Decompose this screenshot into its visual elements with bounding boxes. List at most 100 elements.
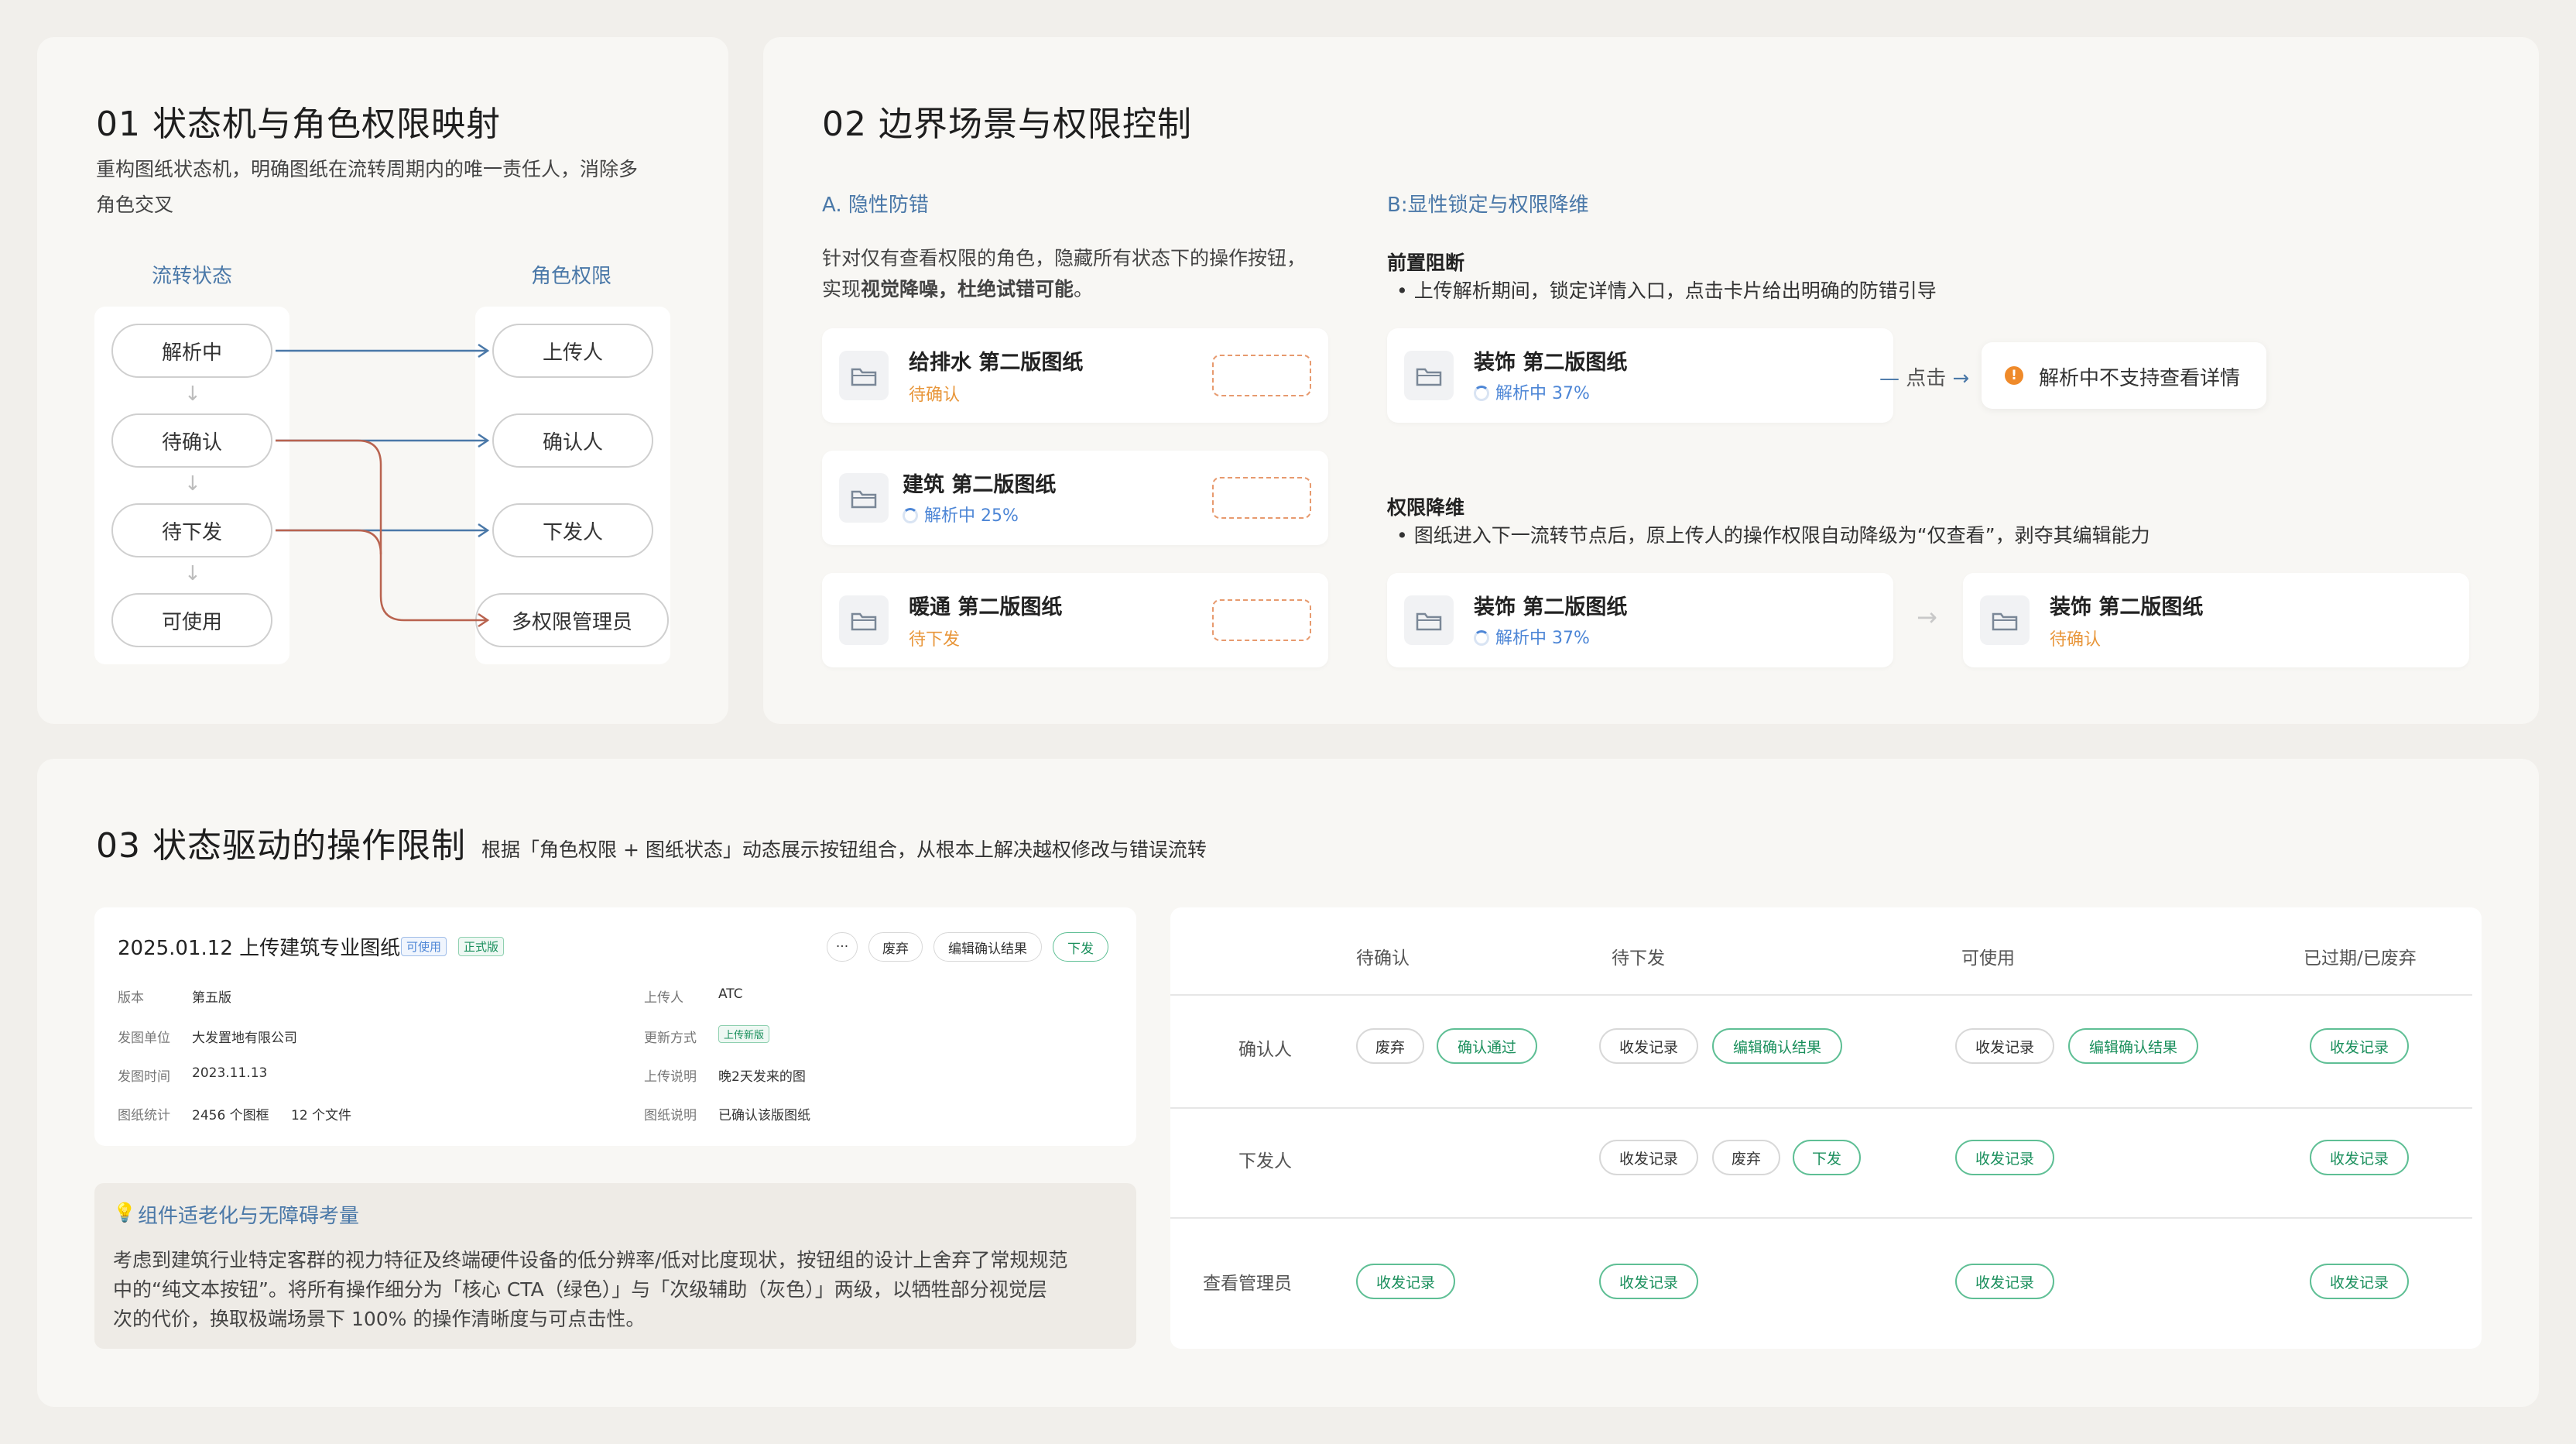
- update-method-tag: 上传新版: [718, 1025, 770, 1043]
- discard-button[interactable]: 废弃: [1712, 1140, 1780, 1175]
- field-value: 第五版: [192, 990, 231, 1006]
- b1-heading: 前置阻断: [1387, 252, 1465, 274]
- b-title: B:显性锁定与权限降维: [1387, 194, 1589, 217]
- folder-icon: [839, 595, 889, 645]
- card-title: 给排水 第二版图纸: [909, 351, 1084, 375]
- card-status: 待确认: [2050, 630, 2102, 650]
- section3-title: 03 状态驱动的操作限制: [96, 826, 466, 866]
- card-status: 解析中 37%: [1474, 624, 1590, 649]
- card-title: 装饰 第二版图纸: [1474, 351, 1628, 375]
- row-role-issuer: 下发人: [1238, 1151, 1292, 1171]
- history-button[interactable]: 收发记录: [1356, 1264, 1455, 1299]
- field-value: 2023.11.13: [192, 1065, 268, 1081]
- click-indicator: — 点击 →: [1879, 367, 1970, 390]
- field-label: 发图时间: [118, 1069, 170, 1085]
- loading-spinner-icon: [1474, 386, 1489, 401]
- toast-parsing-blocked: ! 解析中不支持查看详情: [1982, 342, 2266, 409]
- field-label: 上传说明: [644, 1069, 697, 1085]
- b1-bullet: • 上传解析期间，锁定详情入口，点击卡片给出明确的防错引导: [1396, 280, 1937, 302]
- card-title: 暖通 第二版图纸: [909, 595, 1063, 619]
- card-title: 装饰 第二版图纸: [1474, 595, 1628, 619]
- card-title: 装饰 第二版图纸: [2050, 595, 2204, 619]
- bulb-icon: 💡: [113, 1202, 136, 1223]
- loading-spinner-icon: [903, 508, 918, 523]
- row-role-view-admin: 查看管理员: [1203, 1274, 1292, 1294]
- discard-button[interactable]: 废弃: [868, 932, 923, 962]
- card-status: 待确认: [909, 386, 961, 405]
- header-pending-issue: 待下发: [1612, 948, 1665, 969]
- field-label: 发图单位: [118, 1031, 170, 1046]
- detail-title: 2025.01.12 上传建筑专业图纸: [118, 937, 401, 960]
- field-value: 12 个文件: [291, 1108, 352, 1123]
- accessibility-note: 💡 组件适老化与无障碍考量 考虑到建筑行业特定客群的视力特征及终端硬件设备的低分…: [94, 1183, 1136, 1349]
- row-role-confirmer: 确认人: [1238, 1040, 1292, 1060]
- history-button[interactable]: 收发记录: [1955, 1028, 2054, 1064]
- field-label: 版本: [118, 990, 144, 1006]
- tag-usable: 可使用: [401, 937, 447, 956]
- drawing-card-after[interactable]: 装饰 第二版图纸 待确认: [1963, 573, 2469, 667]
- confirm-pass-button[interactable]: 确认通过: [1437, 1028, 1537, 1064]
- discard-button[interactable]: 废弃: [1356, 1028, 1424, 1064]
- folder-icon: [839, 473, 889, 523]
- field-label: 图纸说明: [644, 1108, 697, 1123]
- folder-icon: [839, 351, 889, 400]
- field-value: 已确认该版图纸: [718, 1108, 810, 1123]
- card-status: 解析中 37%: [1474, 379, 1590, 404]
- drawing-card[interactable]: 给排水 第二版图纸 待确认: [822, 328, 1328, 423]
- permission-matrix: 待确认 待下发 可使用 已过期/已废弃 确认人 废弃 确认通过 收发记录 编辑确…: [1170, 907, 2482, 1349]
- header-pending-confirm: 待确认: [1356, 948, 1410, 969]
- drawing-card[interactable]: 建筑 第二版图纸 解析中 25%: [822, 451, 1328, 545]
- hidden-button-placeholder: [1212, 599, 1311, 641]
- field-value: 晚2天发来的图: [718, 1069, 806, 1085]
- row-divider: [1170, 994, 2472, 996]
- history-button[interactable]: 收发记录: [2310, 1264, 2409, 1299]
- more-button[interactable]: ···: [827, 932, 858, 962]
- drawing-card[interactable]: 暖通 第二版图纸 待下发: [822, 573, 1328, 667]
- row-divider: [1170, 1217, 2472, 1219]
- field-value: 2456 个图框: [192, 1108, 269, 1123]
- tag-official: 正式版: [458, 937, 505, 956]
- issue-button[interactable]: 下发: [1793, 1140, 1861, 1175]
- drawing-detail-card: 2025.01.12 上传建筑专业图纸 可使用 正式版 ··· 废弃 编辑确认结…: [94, 907, 1136, 1146]
- history-button[interactable]: 收发记录: [1955, 1140, 2054, 1175]
- a-desc-line1: 针对仅有查看权限的角色，隐藏所有状态下的操作按钮，: [822, 247, 1307, 269]
- header-usable: 可使用: [1961, 948, 2015, 969]
- section2-title: 02 边界场景与权限控制: [822, 105, 1192, 144]
- note-line2: 中的“纯文本按钮”。将所有操作细分为「核心 CTA（绿色）」与「次级辅助（灰色）…: [113, 1278, 1047, 1301]
- issue-button[interactable]: 下发: [1053, 932, 1108, 962]
- section3-subtitle: 根据「角色权限 + 图纸状态」动态展示按钮组合，从根本上解决越权修改与错误流转: [481, 839, 1207, 861]
- row-divider: [1170, 1107, 2472, 1109]
- card-status: 解析中 25%: [903, 502, 1019, 526]
- a-title: A. 隐性防错: [822, 194, 929, 217]
- b2-heading: 权限降维: [1387, 496, 1465, 519]
- field-value: 大发置地有限公司: [192, 1031, 297, 1046]
- toast-text: 解析中不支持查看详情: [2039, 367, 2241, 390]
- drawing-card-before[interactable]: 装饰 第二版图纸 解析中 37%: [1387, 573, 1893, 667]
- note-line1: 考虑到建筑行业特定客群的视力特征及终端硬件设备的低分辨率/低对比度现状，按钮组的…: [113, 1249, 1068, 1271]
- line-issue-admin: [276, 529, 382, 555]
- hidden-button-placeholder: [1212, 355, 1311, 396]
- note-line3: 次的代价，换取极端场景下 100% 的操作清晰度与可点击性。: [113, 1308, 646, 1330]
- folder-icon: [1980, 595, 2030, 645]
- note-title: 组件适老化与无障碍考量: [138, 1205, 360, 1228]
- history-button[interactable]: 收发记录: [1955, 1264, 2054, 1299]
- history-button[interactable]: 收发记录: [1599, 1028, 1698, 1064]
- history-button[interactable]: 收发记录: [2310, 1028, 2409, 1064]
- field-label: 更新方式: [644, 1031, 697, 1046]
- edit-confirm-result-button[interactable]: 编辑确认结果: [2068, 1028, 2198, 1064]
- history-button[interactable]: 收发记录: [1599, 1264, 1698, 1299]
- mapping-lines: [276, 343, 490, 628]
- folder-icon: [1404, 351, 1454, 400]
- warning-icon: !: [2005, 366, 2023, 385]
- edit-confirm-result-button[interactable]: 编辑确认结果: [933, 932, 1042, 962]
- card-status: 待下发: [909, 630, 961, 650]
- field-value: ATC: [718, 986, 743, 1002]
- card-title: 建筑 第二版图纸: [903, 473, 1057, 497]
- folder-icon: [1404, 595, 1454, 645]
- edit-confirm-result-button[interactable]: 编辑确认结果: [1712, 1028, 1842, 1064]
- history-button[interactable]: 收发记录: [1599, 1140, 1698, 1175]
- field-label: 上传人: [644, 990, 683, 1006]
- history-button[interactable]: 收发记录: [2310, 1140, 2409, 1175]
- drawing-card-parsing[interactable]: 装饰 第二版图纸 解析中 37%: [1387, 328, 1893, 423]
- a-desc-line2: 实现视觉降噪，杜绝试错可能。: [822, 278, 1094, 300]
